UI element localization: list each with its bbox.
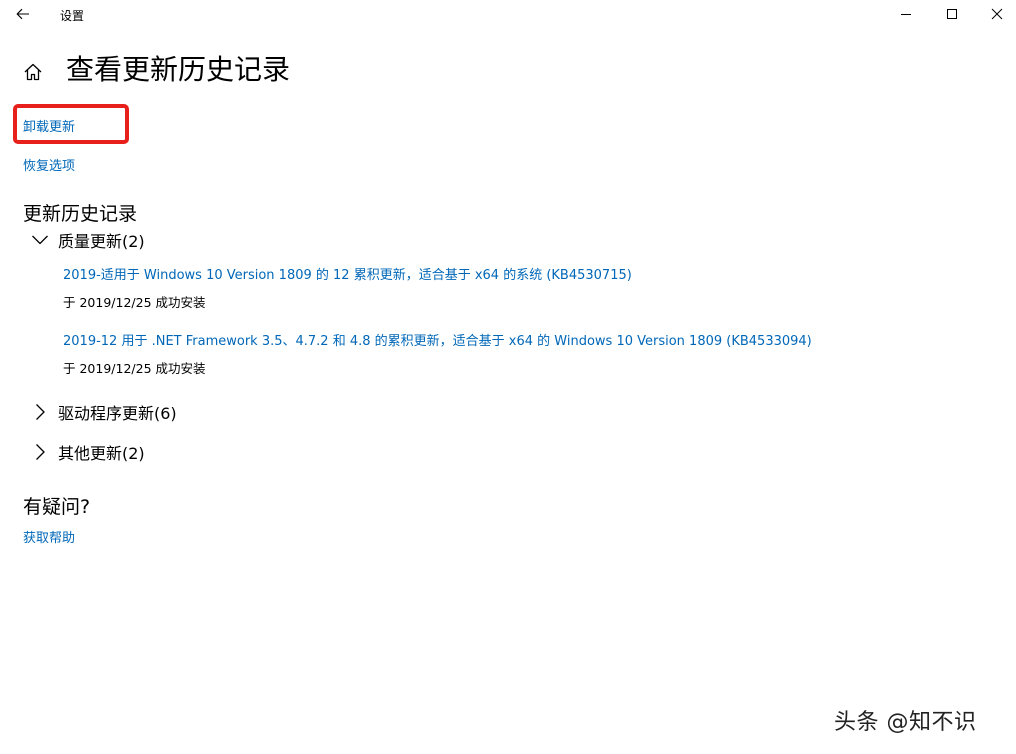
back-button[interactable]: [10, 3, 36, 25]
minimize-button[interactable]: [893, 2, 919, 26]
driver-updates-label: 驱动程序更新(6): [58, 404, 177, 423]
settings-window: 设置 查看更新历史记录 卸载更新 恢复选项 更新历史记录 质量更新(2) 201…: [0, 0, 1016, 754]
chevron-right-icon: [30, 442, 50, 462]
recovery-options-link[interactable]: 恢复选项: [23, 155, 75, 174]
minimize-icon: [901, 14, 911, 15]
other-updates-label: 其他更新(2): [58, 444, 145, 463]
quality-updates-label: 质量更新(2): [58, 232, 145, 251]
maximize-icon: [947, 9, 957, 19]
app-title: 设置: [60, 9, 85, 23]
question-heading: 有疑问?: [23, 496, 91, 518]
close-icon: [991, 8, 1003, 20]
update-item-link[interactable]: 2019-12 用于 .NET Framework 3.5、4.7.2 和 4.…: [63, 330, 812, 349]
other-updates-group[interactable]: 其他更新(2): [30, 439, 145, 465]
back-arrow-icon: [16, 8, 29, 20]
get-help-link[interactable]: 获取帮助: [23, 527, 75, 546]
update-item-status: 于 2019/12/25 成功安装: [63, 361, 206, 376]
quality-updates-group[interactable]: 质量更新(2): [30, 227, 145, 253]
update-item-status: 于 2019/12/25 成功安装: [63, 295, 206, 310]
chevron-down-icon: [30, 230, 50, 250]
driver-updates-group[interactable]: 驱动程序更新(6): [30, 399, 177, 425]
title-bar: 设置: [0, 0, 1016, 30]
maximize-button[interactable]: [939, 2, 965, 26]
watermark: 头条 @知不识: [834, 710, 977, 735]
home-icon: [24, 63, 42, 81]
update-item-link[interactable]: 2019-适用于 Windows 10 Version 1809 的 12 累积…: [63, 264, 632, 283]
page-title: 查看更新历史记录: [66, 53, 291, 86]
chevron-right-icon: [30, 402, 50, 422]
home-button[interactable]: [20, 60, 46, 84]
red-highlight-box: [13, 104, 129, 144]
update-history-heading: 更新历史记录: [23, 203, 138, 225]
close-button[interactable]: [984, 2, 1010, 26]
